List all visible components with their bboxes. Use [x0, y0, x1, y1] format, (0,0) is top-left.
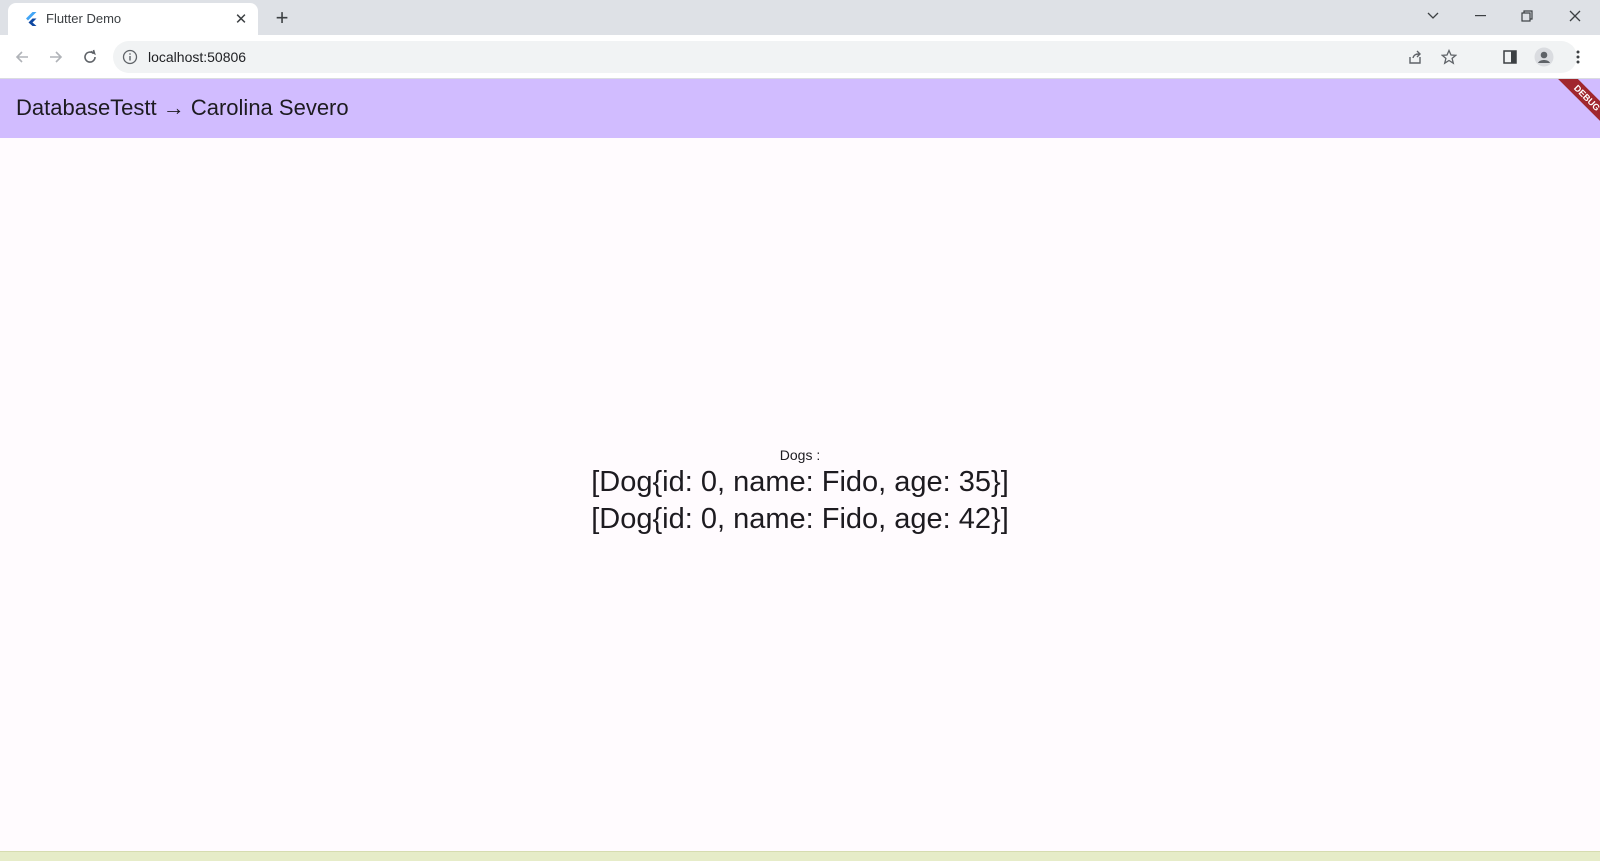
dogs-label: Dogs : [779, 447, 821, 463]
profile-icon[interactable] [1530, 43, 1558, 71]
new-tab-icon[interactable]: + [268, 5, 296, 31]
tab-close-icon[interactable]: ✕ [232, 10, 250, 28]
taskbar-edge [0, 851, 1600, 861]
star-icon[interactable] [1437, 45, 1461, 69]
app-bar: DatabaseTestt → Carolina Severo [0, 79, 1600, 138]
restore-icon[interactable] [1504, 0, 1550, 32]
side-panel-icon[interactable] [1496, 43, 1524, 71]
dog-list-line: [Dog{id: 0, name: Fido, age: 35}] [591, 466, 1009, 498]
tab-title: Flutter Demo [46, 11, 122, 26]
reload-icon[interactable] [76, 43, 104, 71]
forward-arrow-icon[interactable] [42, 43, 70, 71]
app-body: Dogs : [Dog{id: 0, name: Fido, age: 35}]… [0, 138, 1600, 851]
browser-tab[interactable]: Flutter Demo ✕ [8, 3, 258, 35]
info-icon[interactable] [122, 49, 138, 65]
flutter-logo-icon [26, 12, 37, 26]
url-text[interactable]: localhost:50806 [148, 49, 246, 65]
dogs-column: Dogs : [Dog{id: 0, name: Fido, age: 35}]… [0, 446, 1600, 538]
browser-toolbar: localhost:50806 [0, 35, 1600, 79]
address-bar[interactable]: localhost:50806 [113, 41, 1577, 73]
kebab-menu-icon[interactable] [1564, 43, 1592, 71]
share-icon[interactable] [1403, 45, 1427, 69]
browser-tabstrip: Flutter Demo ✕ + [0, 0, 1600, 35]
tab-search-icon[interactable] [1410, 0, 1456, 32]
close-window-icon[interactable] [1552, 0, 1598, 32]
minimize-icon[interactable] [1457, 0, 1503, 32]
page-title: DatabaseTestt → Carolina Severo [16, 95, 349, 120]
back-arrow-icon[interactable] [8, 43, 36, 71]
dog-list-line: [Dog{id: 0, name: Fido, age: 42}] [591, 503, 1009, 535]
